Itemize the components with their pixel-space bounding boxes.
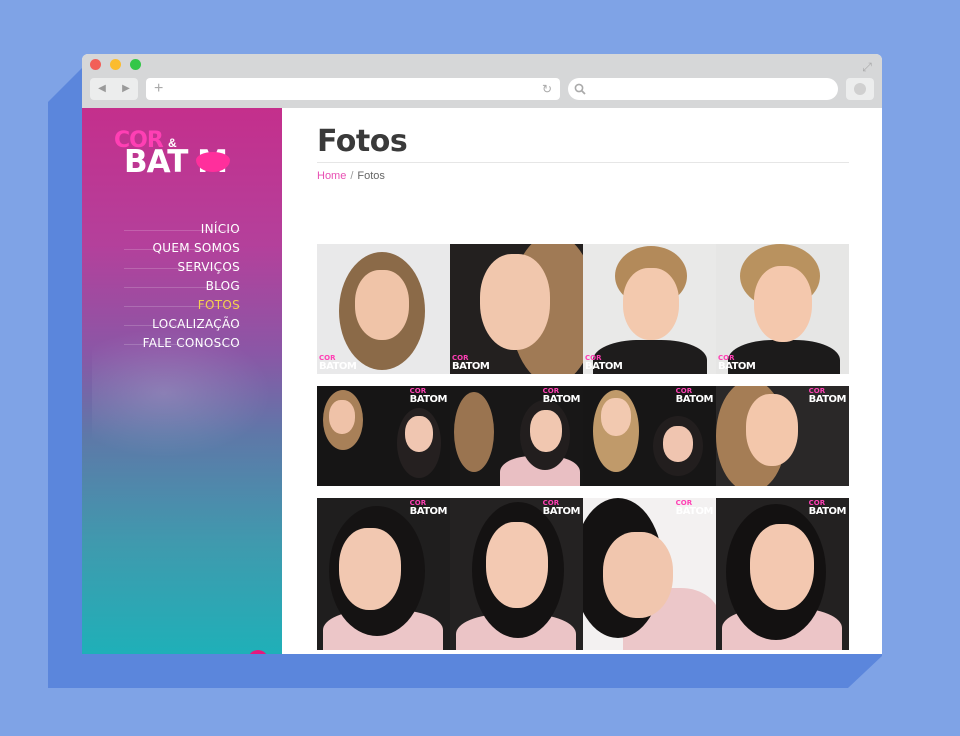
site-logo[interactable]: COR & BAT M	[114, 128, 254, 180]
title-divider	[317, 162, 849, 163]
menu-item-blog[interactable]: BLOG	[82, 277, 282, 296]
photo-watermark: COR BATOM	[675, 387, 714, 405]
gallery-row: COR BATOM COR BATOM COR BATOM COR BATOM	[317, 386, 849, 486]
forward-button[interactable]: ▶	[114, 78, 138, 100]
gallery-photo[interactable]: COR BATOM	[317, 244, 450, 374]
photo-watermark: COR BATOM	[319, 354, 357, 372]
menu-item-quem-somos[interactable]: QUEM SOMOS	[82, 239, 282, 258]
browser-window: ⤢ ◀ ▶ + ↻ COR & BAT M INÍCIO QUEM SOMOS	[82, 54, 882, 654]
photo-watermark: COR BATOM	[808, 499, 847, 517]
photo-watermark: COR BATOM	[585, 354, 623, 372]
gallery-row: COR BATOM COR BATOM COR BATOM COR BATOM	[317, 498, 849, 650]
main-menu: INÍCIO QUEM SOMOS SERVIÇOS BLOG FOTOS LO…	[82, 220, 282, 353]
breadcrumb-home-link[interactable]: Home	[317, 170, 346, 182]
gallery-photo[interactable]: COR BATOM	[583, 386, 716, 486]
gallery-photo[interactable]: COR BATOM	[716, 244, 849, 374]
maximize-window-button[interactable]	[130, 59, 141, 70]
photo-watermark: COR BATOM	[675, 499, 714, 517]
menu-item-fale-conosco[interactable]: FALE CONOSCO	[82, 334, 282, 353]
menu-item-servicos[interactable]: SERVIÇOS	[82, 258, 282, 277]
reload-icon[interactable]: ↻	[542, 78, 552, 100]
gallery-photo[interactable]: COR BATOM	[450, 244, 583, 374]
gallery-photo[interactable]: COR BATOM	[317, 498, 450, 650]
sidebar: COR & BAT M INÍCIO QUEM SOMOS SERVIÇOS B…	[82, 108, 282, 654]
photo-watermark: COR BATOM	[542, 499, 581, 517]
photo-watermark: COR BATOM	[409, 499, 448, 517]
close-window-button[interactable]	[90, 59, 101, 70]
menu-item-inicio[interactable]: INÍCIO	[82, 220, 282, 239]
photo-watermark: COR BATOM	[452, 354, 490, 372]
menu-item-label: SERVIÇOS	[177, 260, 240, 274]
gallery-photo[interactable]: COR BATOM	[716, 498, 849, 650]
new-tab-icon[interactable]: +	[154, 78, 163, 100]
menu-item-label: LOCALIZAÇÃO	[152, 317, 240, 331]
back-button[interactable]: ◀	[90, 78, 114, 100]
search-icon	[574, 83, 586, 95]
minimize-window-button[interactable]	[110, 59, 121, 70]
breadcrumb-current: Fotos	[357, 170, 385, 182]
menu-item-localizacao[interactable]: LOCALIZAÇÃO	[82, 315, 282, 334]
breadcrumb-separator: /	[350, 170, 354, 182]
main-content: Fotos Home / Fotos COR BATOM COR BATOM C…	[282, 108, 882, 654]
menu-item-label: FOTOS	[197, 298, 240, 312]
browser-chrome: ⤢ ◀ ▶ + ↻	[82, 54, 882, 108]
photo-watermark: COR BATOM	[718, 354, 756, 372]
gallery-photo[interactable]: COR BATOM	[450, 498, 583, 650]
gallery-photo[interactable]: COR BATOM	[583, 244, 716, 374]
gallery-photo[interactable]: COR BATOM	[716, 386, 849, 486]
menu-item-label: QUEM SOMOS	[152, 241, 240, 255]
gallery-photo[interactable]: COR BATOM	[317, 386, 450, 486]
gallery-photo[interactable]: COR BATOM	[450, 386, 583, 486]
back-to-top-button[interactable]: ▲	[248, 650, 268, 654]
photo-watermark: COR BATOM	[808, 387, 847, 405]
page-title: Fotos	[317, 124, 408, 159]
menu-item-label: INÍCIO	[200, 222, 240, 236]
gallery-row: COR BATOM COR BATOM COR BATOM COR BATOM	[317, 244, 849, 374]
extension-button[interactable]	[846, 78, 874, 100]
breadcrumb: Home / Fotos	[317, 170, 385, 182]
photo-watermark: COR BATOM	[542, 387, 581, 405]
history-nav: ◀ ▶	[90, 78, 138, 100]
photo-watermark: COR BATOM	[409, 387, 448, 405]
gallery-photo[interactable]: COR BATOM	[583, 498, 716, 650]
extension-icon	[854, 83, 866, 95]
fullscreen-icon[interactable]: ⤢	[860, 60, 874, 74]
menu-item-fotos[interactable]: FOTOS	[82, 296, 282, 315]
photo-gallery: COR BATOM COR BATOM COR BATOM COR BATOM …	[317, 244, 849, 654]
menu-item-label: FALE CONOSCO	[142, 336, 240, 350]
address-bar[interactable]: + ↻	[146, 78, 560, 100]
search-bar[interactable]	[568, 78, 838, 100]
menu-item-label: BLOG	[205, 279, 240, 293]
